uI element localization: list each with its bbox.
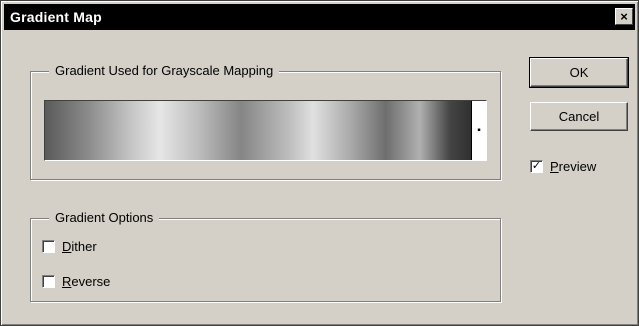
gradient-options-label: Gradient Options xyxy=(49,210,160,226)
gradient-preview[interactable] xyxy=(45,101,471,160)
cancel-button-label: Cancel xyxy=(558,109,600,124)
title-bar[interactable]: Gradient Map × xyxy=(4,4,635,30)
close-button[interactable]: × xyxy=(615,8,633,25)
ok-button[interactable]: OK xyxy=(529,57,629,88)
reverse-label: Reverse xyxy=(62,274,111,289)
ok-button-label: OK xyxy=(569,65,589,80)
preview-option[interactable]: ✓ Preview xyxy=(530,159,596,174)
gradient-picker[interactable]: ▪ xyxy=(44,100,487,161)
dither-label: Dither xyxy=(62,239,97,254)
reverse-option[interactable]: Reverse xyxy=(42,274,110,289)
cancel-button[interactable]: Cancel xyxy=(530,102,628,131)
gradient-group-label: Gradient Used for Grayscale Mapping xyxy=(49,63,280,79)
dither-option[interactable]: Dither xyxy=(42,239,97,254)
checkmark-icon: ✓ xyxy=(531,160,542,172)
close-icon: × xyxy=(620,9,628,24)
dither-checkbox[interactable] xyxy=(42,240,55,253)
window-title: Gradient Map xyxy=(10,9,102,25)
gradient-options-groupbox: Gradient Options Dither Reverse xyxy=(30,210,501,302)
gradient-dropdown-button[interactable]: ▪ xyxy=(471,101,486,160)
chevron-down-icon: ▪ xyxy=(477,124,481,136)
gradient-groupbox: Gradient Used for Grayscale Mapping ▪ xyxy=(30,63,501,180)
preview-label: Preview xyxy=(550,159,597,174)
gradient-map-dialog: Gradient Map × Gradient Used for Graysca… xyxy=(0,0,639,326)
reverse-checkbox[interactable] xyxy=(42,275,55,288)
preview-checkbox[interactable]: ✓ xyxy=(530,160,543,173)
